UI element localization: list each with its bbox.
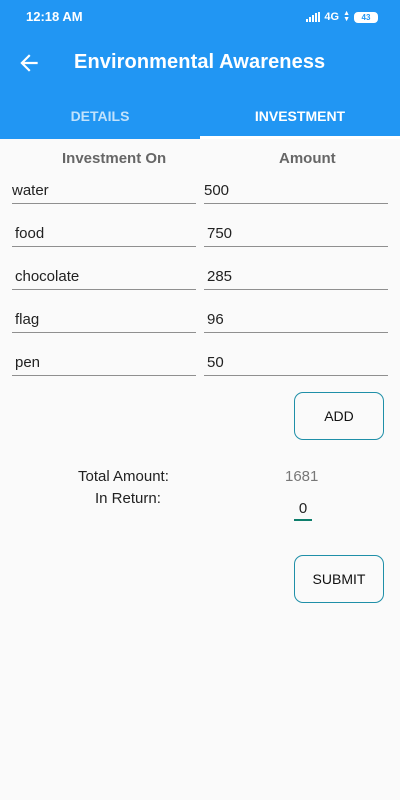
status-bar: 12:18 AM 4G ▲ ▼ 43 [0,0,400,34]
investment-item-input[interactable] [12,220,196,247]
investment-item-input[interactable] [12,349,196,376]
investment-item-input[interactable] [12,177,196,204]
investment-item-input[interactable] [12,306,196,333]
investment-item-input[interactable] [12,263,196,290]
data-activity-icon: ▲ ▼ [343,10,350,23]
battery-icon: 43 [354,11,378,23]
header-investment-on: Investment On [62,150,167,167]
total-amount-label: Total Amount: [78,468,169,485]
amount-input[interactable] [204,306,388,333]
network-type: 4G [324,11,340,23]
tab-bar: DETAILS INVESTMENT [0,92,400,139]
arrow-left-icon[interactable] [16,50,42,76]
amount-input[interactable] [204,177,388,204]
in-return-label: In Return: [95,490,161,507]
battery-level: 43 [361,12,371,22]
amount-input[interactable] [204,263,388,290]
header-amount: Amount [279,150,336,167]
in-return-input[interactable] [294,497,312,521]
page-title: Environmental Awareness [74,51,326,73]
signal-strength-icon [306,12,321,22]
tab-investment[interactable]: INVESTMENT [200,92,400,139]
add-button[interactable]: ADD [294,392,384,440]
status-icons: 4G ▲ ▼ 43 [306,10,378,24]
amount-input[interactable] [204,220,388,247]
submit-button[interactable]: SUBMIT [294,555,384,603]
tab-details[interactable]: DETAILS [0,92,200,139]
app-bar: Environmental Awareness [0,34,400,92]
status-time: 12:18 AM [26,9,83,24]
amount-input[interactable] [204,349,388,376]
total-amount-value: 1681 [285,468,319,485]
